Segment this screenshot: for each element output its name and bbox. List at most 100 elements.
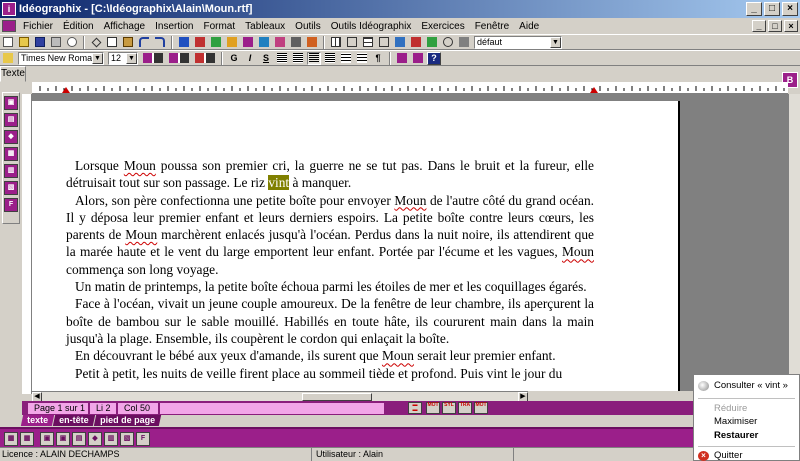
paragraph[interactable]: Alors, son père confectionna une petite …	[66, 192, 594, 278]
font-size-select[interactable]: 12 ▼	[108, 51, 138, 65]
text-run[interactable]: Face à l'océan, vivait un jeune couple a…	[66, 296, 594, 346]
menu-item-restaurer[interactable]: Restaurer	[694, 429, 799, 443]
syllable-mode-icon[interactable]: SYL	[442, 402, 456, 414]
text-run[interactable]: serait leur premier enfant.	[414, 348, 555, 363]
ideo-tool-4-icon[interactable]	[225, 36, 239, 49]
save-button[interactable]	[33, 36, 47, 49]
palette-tool-4-icon[interactable]: ▦	[4, 147, 18, 161]
trace-mode-icon[interactable]: TRA	[458, 402, 472, 414]
copy-button[interactable]	[105, 36, 119, 49]
word-mode-icon[interactable]: ▬ ▬	[408, 402, 422, 414]
scroll-thumb[interactable]	[302, 393, 372, 401]
misspelled-word[interactable]: Moun	[125, 227, 157, 242]
app-logo-icon[interactable]: i	[2, 2, 16, 16]
word-mode-icon[interactable]: MOT	[426, 402, 440, 414]
ideo-tool-2-icon[interactable]	[193, 36, 207, 49]
italic-button[interactable]: I	[243, 52, 257, 65]
ideo-tool-3-icon[interactable]	[209, 36, 223, 49]
menu-item-quitter[interactable]: × Quitter	[694, 449, 799, 461]
document-page[interactable]: Lorsque Moun poussa son premier cri, la …	[32, 101, 680, 391]
indent-button[interactable]	[355, 52, 369, 65]
palette-tool-3-icon[interactable]: ◆	[4, 130, 18, 144]
ideo-tool-7-icon[interactable]	[273, 36, 287, 49]
ideo-tool-6-icon[interactable]	[257, 36, 271, 49]
palette-tool-6-icon[interactable]: ▧	[4, 181, 18, 195]
palette-tool-2-icon[interactable]: ▤	[4, 113, 18, 127]
close-button[interactable]: ×	[782, 2, 798, 16]
paragraph[interactable]: Un matin de printemps, la petite boîte é…	[66, 278, 594, 295]
misspelled-word[interactable]: Moun	[382, 348, 414, 363]
image-icon[interactable]	[393, 36, 407, 49]
doc-close-button[interactable]: ×	[784, 20, 798, 32]
document-area[interactable]: Lorsque Moun poussa son premier cri, la …	[32, 94, 788, 391]
menu-insertion[interactable]: Insertion	[150, 21, 198, 32]
text-run[interactable]: Lorsque	[75, 158, 124, 173]
undo-button[interactable]	[137, 36, 151, 49]
text-run[interactable]: Petit à petit, les nuits de veille firen…	[75, 366, 562, 381]
print-button[interactable]	[49, 36, 63, 49]
paragraph[interactable]: En découvrant le bébé aux yeux d'amande,…	[66, 347, 594, 364]
paragraph[interactable]: Lorsque Moun poussa son premier cri, la …	[66, 157, 594, 192]
align-center-button[interactable]	[291, 52, 305, 65]
maximize-button[interactable]: □	[764, 2, 780, 16]
menu-edition[interactable]: Édition	[58, 21, 99, 32]
open-folder-button[interactable]	[17, 36, 31, 49]
ideo-tool-5-icon[interactable]	[241, 36, 255, 49]
ideo-tool-8-icon[interactable]	[289, 36, 303, 49]
menu-fenetre[interactable]: Fenêtre	[470, 21, 514, 32]
color-picker-2[interactable]	[167, 52, 191, 65]
menu-item-consulter[interactable]: Consulter « vint »	[694, 379, 799, 393]
bottom-tool-5-icon[interactable]: ▤	[72, 432, 86, 446]
right-indent-marker[interactable]	[590, 87, 598, 93]
strike-button[interactable]: S	[259, 52, 273, 65]
print-preview-button[interactable]	[65, 36, 79, 49]
word-mode-2-icon[interactable]: MOT	[474, 402, 488, 414]
paste-button[interactable]	[121, 36, 135, 49]
text-run[interactable]: à manquer.	[289, 175, 352, 190]
menu-exercices[interactable]: Exercices	[416, 21, 469, 32]
menu-fichier[interactable]: Fichier	[18, 21, 58, 32]
bottom-tool-4-icon[interactable]: ▣	[56, 432, 70, 446]
style-marker-icon[interactable]	[1, 52, 15, 65]
menu-outils-ideographix[interactable]: Outils Idéographix	[326, 21, 417, 32]
ideo-format-1-icon[interactable]	[395, 52, 409, 65]
palette-tool-7-icon[interactable]: F	[4, 198, 18, 212]
bottom-tool-9-icon[interactable]: F	[136, 432, 150, 446]
align-right-button[interactable]	[323, 52, 337, 65]
new-file-button[interactable]	[1, 36, 15, 49]
color-picker-1[interactable]	[141, 52, 165, 65]
misspelled-word[interactable]: Moun	[562, 244, 594, 259]
bottom-tool-1-icon[interactable]: ▦	[4, 432, 18, 446]
text-run[interactable]: Alors, son père confectionna une petite …	[75, 193, 394, 208]
menu-tableaux[interactable]: Tableaux	[240, 21, 290, 32]
grid-icon[interactable]	[361, 36, 375, 49]
menu-item-maximiser[interactable]: Maximiser	[694, 415, 799, 429]
ideo-tool-1-icon[interactable]	[177, 36, 191, 49]
misspelled-word[interactable]: Moun	[394, 193, 426, 208]
formula-icon[interactable]	[457, 36, 471, 49]
paragraph[interactable]: Petit à petit, les nuits de veille firen…	[66, 365, 594, 382]
bottom-tool-3-icon[interactable]: ▣	[40, 432, 54, 446]
horizontal-scrollbar[interactable]: ◀ ▶	[32, 391, 528, 402]
text-run[interactable]: Un matin de printemps, la petite boîte é…	[75, 279, 587, 294]
font-select[interactable]: Times New Roman ▼	[18, 51, 104, 65]
document-icon[interactable]	[2, 20, 16, 32]
minimize-button[interactable]: _	[746, 2, 762, 16]
horizontal-ruler[interactable]	[32, 82, 788, 94]
doc-restore-button[interactable]: □	[768, 20, 782, 32]
style-select[interactable]: défaut ▼	[474, 35, 562, 49]
vertical-ruler[interactable]	[22, 94, 32, 394]
columns-icon[interactable]	[345, 36, 359, 49]
paragraph[interactable]: Face à l'océan, vivait un jeune couple a…	[66, 295, 594, 347]
justify-button[interactable]	[307, 51, 321, 65]
pilcrow-button[interactable]: ¶	[371, 52, 385, 65]
chart-icon[interactable]	[409, 36, 423, 49]
menu-format[interactable]: Format	[198, 21, 240, 32]
list-button[interactable]	[339, 52, 353, 65]
color-picker-3[interactable]	[193, 52, 217, 65]
help-button[interactable]: ?	[427, 51, 441, 65]
zoom-icon[interactable]	[441, 36, 455, 49]
palette-tool-5-icon[interactable]: ▥	[4, 164, 18, 178]
left-indent-marker[interactable]	[62, 87, 70, 93]
chevron-down-icon[interactable]: ▼	[126, 52, 137, 64]
